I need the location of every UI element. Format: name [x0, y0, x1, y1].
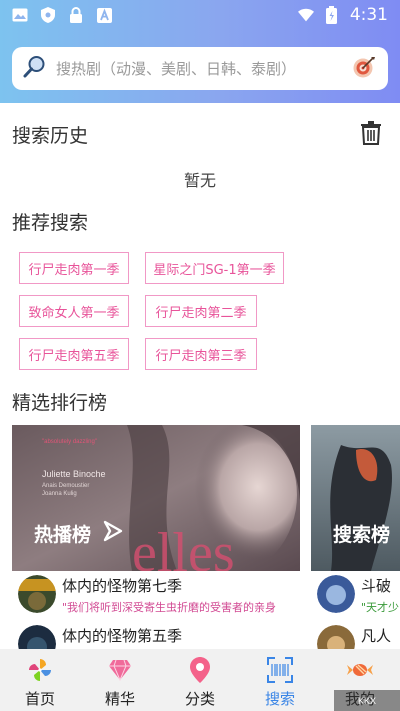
- hot-list-label[interactable]: 热播榜: [34, 520, 123, 547]
- ranking-title: 精选排行榜: [12, 392, 108, 414]
- ranking-item-title: 体内的怪物第五季: [62, 627, 183, 645]
- recommend-search-title: 推荐搜索: [12, 212, 89, 234]
- recommend-tag[interactable]: 行尸走肉第一季: [19, 252, 129, 284]
- poster-image[interactable]: Juliette Binoche Anais Demoustier Joanna…: [12, 425, 300, 571]
- avatar: [18, 625, 56, 650]
- ranking-carousel[interactable]: Juliette Binoche Anais Demoustier Joanna…: [12, 425, 400, 650]
- shield-icon: [40, 7, 56, 23]
- target-icon[interactable]: [352, 55, 376, 83]
- watermark: KKX: [334, 690, 400, 711]
- avatar: [317, 625, 355, 650]
- nav-category-label: 分类: [184, 690, 215, 708]
- nav-home[interactable]: 首页: [0, 649, 80, 711]
- search-bar[interactable]: 搜热剧（动漫、美剧、日韩、泰剧）: [12, 47, 388, 90]
- status-time: 4:31: [349, 5, 388, 25]
- ranking-card-search[interactable]: 搜索榜 斗破 "天才少 凡人: [311, 425, 400, 650]
- recommend-tag[interactable]: 行尸走肉第二季: [145, 295, 257, 327]
- poster-credit-line1: Juliette Binoche: [42, 469, 106, 479]
- ranking-card-hot[interactable]: Juliette Binoche Anais Demoustier Joanna…: [12, 425, 300, 650]
- trash-icon[interactable]: [360, 121, 382, 145]
- ranking-list-item[interactable]: 体内的怪物第七季 "我们将听到深受寄生虫折磨的受害者的亲身: [18, 575, 276, 615]
- recommend-tag[interactable]: 行尸走肉第五季: [19, 338, 129, 370]
- battery-icon: [324, 6, 340, 24]
- ranking-item-subtitle: "我们将听到深受寄生虫折磨的受害者的亲身: [62, 601, 277, 614]
- ranking-item-subtitle: "天才少: [361, 601, 400, 614]
- ranking-list-item[interactable]: 斗破 "天才少: [317, 575, 399, 615]
- poster-image[interactable]: 搜索榜: [311, 425, 400, 571]
- ranking-list-item[interactable]: 凡人: [317, 625, 391, 650]
- search-icon[interactable]: [22, 55, 46, 83]
- status-bar: 4:31: [0, 0, 400, 30]
- avatar: [18, 575, 56, 613]
- wifi-icon: [297, 7, 314, 23]
- ranking-item-title: 凡人: [361, 627, 392, 645]
- nav-home-label: 首页: [24, 690, 55, 708]
- search-list-text: 搜索榜: [333, 524, 391, 546]
- candy-icon: [347, 657, 373, 683]
- image-notification-icon: [12, 7, 28, 23]
- pinwheel-icon: [27, 657, 53, 683]
- hot-list-text: 热播榜: [34, 524, 92, 546]
- nav-search-label: 搜索: [264, 690, 295, 708]
- search-history-title: 搜索历史: [12, 125, 89, 147]
- poster-big-title: elles: [132, 522, 235, 571]
- recommend-tag[interactable]: 致命女人第一季: [19, 295, 129, 327]
- a-letter-icon: [96, 7, 112, 23]
- nav-category[interactable]: 分类: [160, 649, 240, 711]
- nav-search[interactable]: 搜索: [240, 649, 320, 711]
- search-input[interactable]: 搜热剧（动漫、美剧、日韩、泰剧）: [56, 58, 352, 79]
- nav-featured-label: 精华: [104, 690, 135, 708]
- ranking-list-item[interactable]: 体内的怪物第五季: [18, 625, 182, 650]
- avatar: [317, 575, 355, 613]
- diamond-icon: [107, 657, 133, 683]
- location-pin-icon: [187, 657, 213, 683]
- nav-featured[interactable]: 精华: [80, 649, 160, 711]
- ranking-item-title: 斗破: [361, 577, 392, 595]
- search-list-label[interactable]: 搜索榜: [333, 520, 390, 547]
- recommend-tag[interactable]: 星际之门SG-1第一季: [145, 252, 284, 284]
- poster-credit-line3: Joanna Kulig: [42, 491, 77, 497]
- scan-icon: [267, 657, 293, 683]
- recommend-tag[interactable]: 行尸走肉第三季: [145, 338, 257, 370]
- play-icon[interactable]: [103, 520, 123, 547]
- ranking-item-title: 体内的怪物第七季: [62, 577, 183, 595]
- poster-credit-line2: Anais Demoustier: [42, 483, 89, 489]
- lock-icon: [68, 7, 84, 23]
- history-empty-text: 暂无: [183, 171, 216, 190]
- poster-quote: "absolutely dazzling": [42, 439, 97, 445]
- top-header: 4:31 搜热剧（动漫、美剧、日韩、泰剧）: [0, 0, 400, 103]
